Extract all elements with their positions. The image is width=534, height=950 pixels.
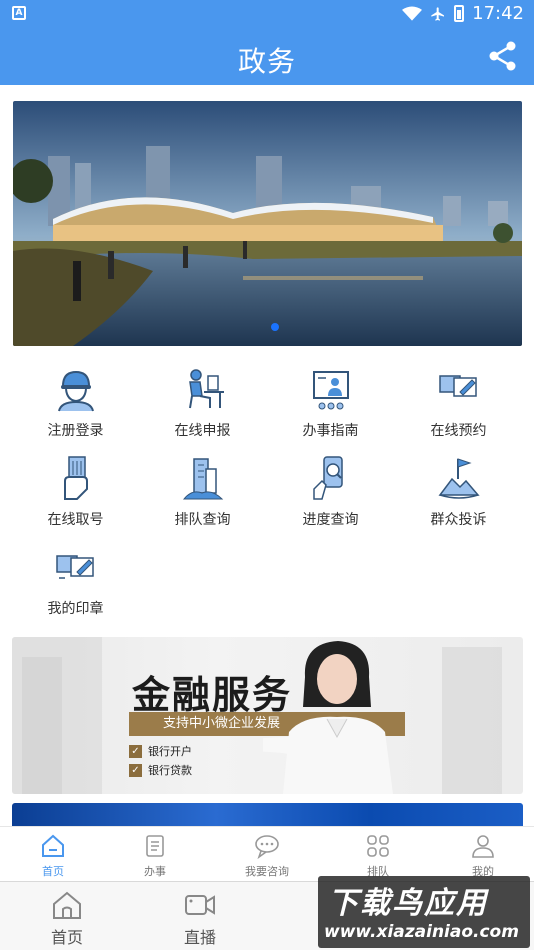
tab-label: 办事 xyxy=(144,865,166,878)
grid-item-online-ticket[interactable]: 在线取号 xyxy=(12,455,139,541)
grid-label: 注册登录 xyxy=(47,423,104,439)
bottom-tab-bar: 首页 办事 我要咨询 排队 我的 xyxy=(0,826,534,881)
stamp-doc-icon xyxy=(55,555,94,579)
grid-label: 在线预约 xyxy=(430,423,487,439)
watermark-url: www.xiazainiao.com xyxy=(324,922,519,942)
grid-label: 群众投诉 xyxy=(430,512,487,528)
spokeswoman-illustration xyxy=(263,641,393,794)
finance-item-label: 银行开户 xyxy=(148,745,192,758)
finance-item: ✓ 银行开户 xyxy=(129,743,192,759)
squares-icon xyxy=(367,835,389,857)
tab-home[interactable]: 首页 xyxy=(0,833,106,879)
tab-affairs[interactable]: 办事 xyxy=(102,833,208,879)
wifi-icon xyxy=(402,6,423,21)
home-outline-icon xyxy=(53,891,81,919)
watermark-brand: 下载鸟应用 xyxy=(328,886,488,921)
nav-home[interactable]: 首页 xyxy=(0,890,134,948)
grid-item-public-complaint[interactable]: 群众投诉 xyxy=(395,455,522,541)
checkbox-icon: ✓ xyxy=(129,763,142,777)
buildings-icon xyxy=(182,458,223,500)
calendar-pen-icon xyxy=(438,375,477,397)
status-time: 17:42 xyxy=(472,3,524,24)
grid-label: 排队查询 xyxy=(174,512,231,528)
tab-label: 我要咨询 xyxy=(245,865,289,878)
video-camera-icon xyxy=(185,895,215,915)
grid-label: 进度查询 xyxy=(302,512,359,528)
watermark-logo: 下载鸟应用 www.xiazainiao.com xyxy=(318,876,530,948)
presentation-icon xyxy=(312,371,349,410)
phone-search-icon xyxy=(312,456,343,500)
page-title: 政务 xyxy=(237,45,296,78)
grid-item-my-seal[interactable]: 我的印章 xyxy=(12,544,139,630)
nav-live[interactable]: 直播 xyxy=(133,890,267,948)
grid-item-online-apply[interactable]: 在线申报 xyxy=(139,366,266,452)
grid-item-progress-query[interactable]: 进度查询 xyxy=(267,455,394,541)
grid-item-queue-query[interactable]: 排队查询 xyxy=(139,455,266,541)
nav-label: 直播 xyxy=(183,928,216,947)
grid-label: 在线申报 xyxy=(174,423,231,439)
grid-label: 在线取号 xyxy=(47,512,104,528)
tab-consult[interactable]: 我要咨询 xyxy=(214,833,320,879)
home-icon xyxy=(42,834,64,857)
tab-mine[interactable]: 我的 xyxy=(430,833,534,879)
grid-item-register-login[interactable]: 注册登录 xyxy=(12,366,139,452)
flag-mountain-icon xyxy=(438,458,480,499)
carousel-indicator[interactable] xyxy=(271,323,279,331)
finance-item: ✓ 银行贷款 xyxy=(129,762,192,778)
checkbox-icon: ✓ xyxy=(129,744,142,758)
ticket-hand-icon xyxy=(63,456,88,500)
banner-carousel[interactable] xyxy=(13,101,522,346)
grid-label: 我的印章 xyxy=(47,601,104,617)
person-desk-icon xyxy=(188,369,224,409)
banner-image xyxy=(13,101,522,346)
airplane-icon xyxy=(431,6,445,21)
notification-icon: A xyxy=(12,6,26,20)
screen: A 17:42 政务 注册登录 在线申报 办事指南 在线预约 在线取号 排队查询… xyxy=(0,0,534,950)
tab-queue[interactable]: 排队 xyxy=(325,833,431,879)
status-bar: A 17:42 xyxy=(0,0,534,28)
tab-label: 首页 xyxy=(42,865,64,878)
nav-label: 首页 xyxy=(50,928,83,947)
grid-item-service-guide[interactable]: 办事指南 xyxy=(267,366,394,452)
user-icon xyxy=(472,835,494,858)
clipboard-icon xyxy=(146,835,164,857)
finance-item-label: 银行贷款 xyxy=(148,764,192,777)
share-icon[interactable] xyxy=(488,40,518,72)
worker-helmet-icon xyxy=(57,370,94,412)
grid-label: 办事指南 xyxy=(302,423,359,439)
chat-bubbles-icon xyxy=(255,835,279,859)
finance-service-banner[interactable]: 金融服务 支持中小微企业发展 ✓ 银行开户 ✓ 银行贷款 xyxy=(12,637,523,794)
app-bar: 政务 xyxy=(0,28,534,85)
grid-item-online-booking[interactable]: 在线预约 xyxy=(395,366,522,452)
status-icons: 17:42 xyxy=(402,3,524,24)
battery-icon xyxy=(454,5,465,22)
